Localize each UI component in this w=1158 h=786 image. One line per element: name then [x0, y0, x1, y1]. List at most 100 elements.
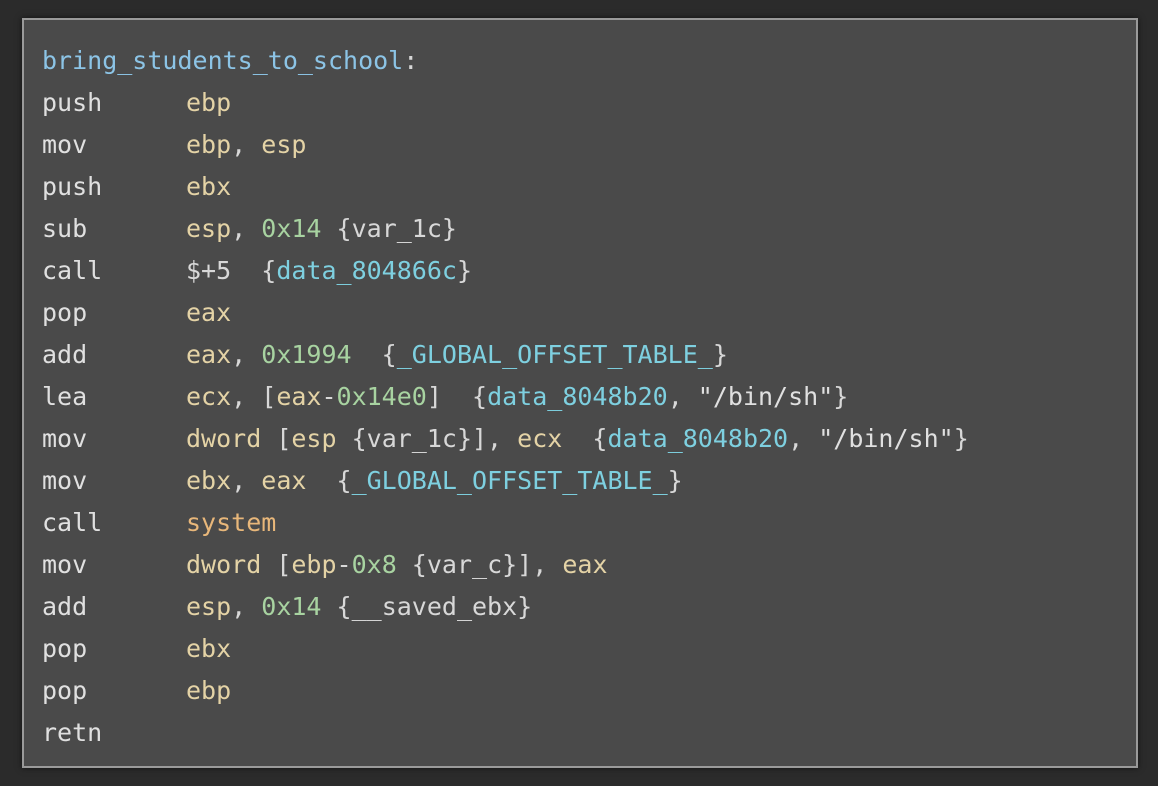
register-token: esp — [261, 130, 307, 159]
register-token: esp — [291, 424, 337, 453]
punctuation: , — [231, 466, 262, 495]
mnemonic: call — [42, 256, 103, 285]
mnemonic: mov — [42, 550, 88, 579]
mnemonic: pop — [42, 634, 88, 663]
punctuation: } — [456, 256, 472, 285]
punctuation: - — [321, 382, 337, 411]
mnemonic: add — [42, 592, 88, 621]
punctuation: [ — [261, 424, 292, 453]
punctuation: { — [321, 592, 352, 621]
mnemonic: lea — [42, 382, 88, 411]
instruction-line[interactable]: retn — [42, 712, 969, 754]
register-token: ebp — [186, 676, 232, 705]
punctuation: { — [351, 340, 397, 369]
stack-variable[interactable]: var_1c — [367, 424, 457, 453]
instruction-line[interactable]: add esp, 0x14 {__saved_ebx} — [42, 586, 969, 628]
punctuation: , [ — [231, 382, 277, 411]
punctuation: } — [712, 340, 728, 369]
punctuation: , — [231, 214, 262, 243]
register-token: ebp — [186, 88, 232, 117]
register-token: dword — [186, 550, 262, 579]
symbol-reference[interactable]: data_8048b20 — [487, 382, 668, 411]
register-token: eax — [186, 298, 232, 327]
punctuation: { — [336, 424, 367, 453]
mnemonic: mov — [42, 130, 88, 159]
register-token: eax — [261, 466, 307, 495]
instruction-line[interactable]: add eax, 0x1994 {_GLOBAL_OFFSET_TABLE_} — [42, 334, 969, 376]
register-token: ebp — [186, 130, 232, 159]
symbol-reference[interactable]: _GLOBAL_OFFSET_TABLE_ — [352, 466, 668, 495]
string-literal: "/bin/sh" — [697, 382, 834, 411]
register-token: ebp — [291, 550, 337, 579]
punctuation: } — [517, 592, 533, 621]
punctuation: : — [403, 46, 419, 75]
mnemonic: pop — [42, 676, 88, 705]
mnemonic: add — [42, 340, 88, 369]
instruction-line[interactable]: mov ebx, eax {_GLOBAL_OFFSET_TABLE_} — [42, 460, 969, 502]
instruction-line[interactable]: call system — [42, 502, 969, 544]
instruction-line[interactable]: sub esp, 0x14 {var_1c} — [42, 208, 969, 250]
symbol-reference[interactable]: data_804866c — [276, 256, 457, 285]
mnemonic: mov — [42, 424, 88, 453]
instruction-line[interactable]: lea ecx, [eax-0x14e0] {data_8048b20, "/bi… — [42, 376, 969, 418]
instruction-line[interactable]: push ebx — [42, 166, 969, 208]
function-label[interactable]: bring_students_to_school — [42, 46, 403, 75]
stack-variable[interactable]: var_1c — [352, 214, 442, 243]
mnemonic: push — [42, 88, 103, 117]
punctuation: - — [336, 550, 352, 579]
stack-variable[interactable]: __saved_ebx — [352, 592, 518, 621]
punctuation: { — [306, 466, 352, 495]
immediate-value: 0x14 — [261, 592, 322, 621]
function-reference[interactable]: system — [186, 508, 276, 537]
immediate-value: 0x8 — [351, 550, 397, 579]
instruction-line[interactable]: push ebp — [42, 82, 969, 124]
function-label-line[interactable]: bring_students_to_school: — [42, 40, 969, 82]
immediate-value: 0x14 — [261, 214, 322, 243]
mnemonic: sub — [42, 214, 88, 243]
register-token: ecx — [186, 382, 232, 411]
mnemonic: call — [42, 508, 103, 537]
punctuation: { — [396, 550, 427, 579]
instruction-line[interactable]: mov dword [ebp-0x8 {var_c}], eax — [42, 544, 969, 586]
punctuation: , — [788, 424, 819, 453]
mnemonic: pop — [42, 298, 88, 327]
instruction-line[interactable]: mov dword [esp {var_1c}], ecx {data_8048b… — [42, 418, 969, 460]
symbol-reference[interactable]: data_8048b20 — [607, 424, 788, 453]
punctuation: , — [231, 130, 262, 159]
register-token: ebx — [186, 466, 232, 495]
punctuation: ] { — [426, 382, 488, 411]
register-token: ebx — [186, 172, 232, 201]
register-token: eax — [562, 550, 608, 579]
register-token: ebx — [186, 634, 232, 663]
punctuation: , — [667, 382, 698, 411]
register-token: ecx — [517, 424, 563, 453]
punctuation: , — [231, 592, 262, 621]
symbol-reference[interactable]: _GLOBAL_OFFSET_TABLE_ — [397, 340, 713, 369]
register-token: eax — [186, 340, 232, 369]
disassembly-panel: bring_students_to_school: push ebp mov ebp, … — [22, 18, 1138, 768]
punctuation: } — [441, 214, 457, 243]
punctuation: $+5 { — [186, 256, 277, 285]
stack-variable[interactable]: var_c — [427, 550, 502, 579]
immediate-value: 0x14e0 — [336, 382, 427, 411]
register-token: esp — [186, 592, 232, 621]
punctuation: { — [562, 424, 608, 453]
mnemonic: retn — [42, 718, 103, 747]
instruction-line[interactable]: pop eax — [42, 292, 969, 334]
assembly-listing: bring_students_to_school: push ebp mov ebp, … — [42, 40, 969, 754]
instruction-line[interactable]: pop ebp — [42, 670, 969, 712]
mnemonic: push — [42, 172, 103, 201]
instruction-line[interactable]: call $+5 {data_804866c} — [42, 250, 969, 292]
punctuation: } — [953, 424, 969, 453]
string-literal: "/bin/sh" — [818, 424, 954, 453]
instruction-line[interactable]: pop ebx — [42, 628, 969, 670]
punctuation: } — [833, 382, 849, 411]
register-token: dword — [186, 424, 262, 453]
punctuation: { — [321, 214, 352, 243]
immediate-value: 0x1994 — [261, 340, 352, 369]
instruction-line[interactable]: mov ebp, esp — [42, 124, 969, 166]
register-token: esp — [186, 214, 232, 243]
punctuation: , — [231, 340, 262, 369]
punctuation: [ — [261, 550, 292, 579]
punctuation: }], — [502, 550, 563, 579]
